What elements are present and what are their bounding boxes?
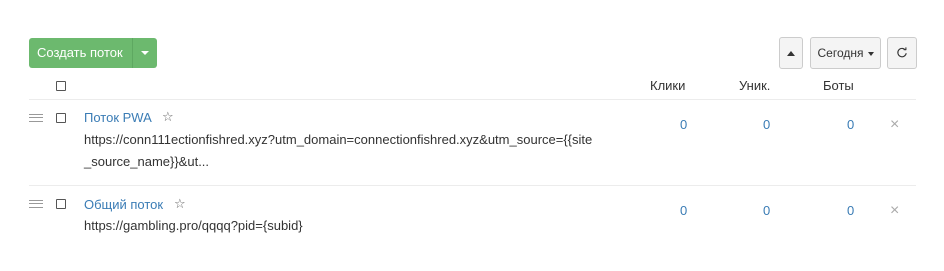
bots-value[interactable]: 0 [847,117,854,132]
stream-url-line: _source_name}}&ut... [84,154,210,169]
clicks-value[interactable]: 0 [680,117,687,132]
drag-handle-icon[interactable] [29,200,43,208]
close-icon[interactable]: × [890,117,899,133]
chevron-down-icon [140,51,149,55]
bots-value[interactable]: 0 [847,203,854,218]
row-checkbox[interactable] [56,199,66,209]
column-header-bots: Боты [823,78,854,93]
refresh-icon [897,47,907,58]
star-icon[interactable]: ☆ [174,196,186,212]
streams-panel: Создать поток Сегодня Клики Уник. Боты П… [0,0,944,271]
column-header-clicks: Клики [650,78,686,93]
create-stream-button[interactable]: Создать поток [29,38,132,68]
stream-name-link[interactable]: Поток PWA [84,110,152,125]
sort-order-button[interactable] [779,37,803,69]
row-checkbox[interactable] [56,113,66,123]
stream-url-line: https://gambling.pro/qqqq?pid={subid} [84,218,303,233]
column-header-unique: Уник. [739,78,771,93]
stream-url: https://gambling.pro/qqqq?pid={subid} [84,215,624,237]
create-stream-dropdown-toggle[interactable] [131,38,157,68]
create-stream-button-group: Создать поток [29,38,157,68]
chevron-down-icon [867,52,874,56]
drag-handle-icon[interactable] [29,114,43,122]
refresh-button[interactable] [887,37,917,69]
date-range-label: Сегодня [817,46,864,60]
unique-value[interactable]: 0 [763,203,770,218]
star-icon[interactable]: ☆ [162,109,174,125]
stream-url-line: https://conn111ectionfishred.xyz?utm_dom… [84,132,593,147]
divider [29,185,916,186]
unique-value[interactable]: 0 [763,117,770,132]
select-all-checkbox[interactable] [56,81,66,91]
date-range-dropdown[interactable]: Сегодня [810,37,881,69]
divider [29,99,916,100]
chevron-up-icon [787,50,795,56]
stream-name-link[interactable]: Общий поток [84,197,163,212]
close-icon[interactable]: × [890,203,899,219]
stream-url: https://conn111ectionfishred.xyz?utm_dom… [84,129,624,173]
clicks-value[interactable]: 0 [680,203,687,218]
